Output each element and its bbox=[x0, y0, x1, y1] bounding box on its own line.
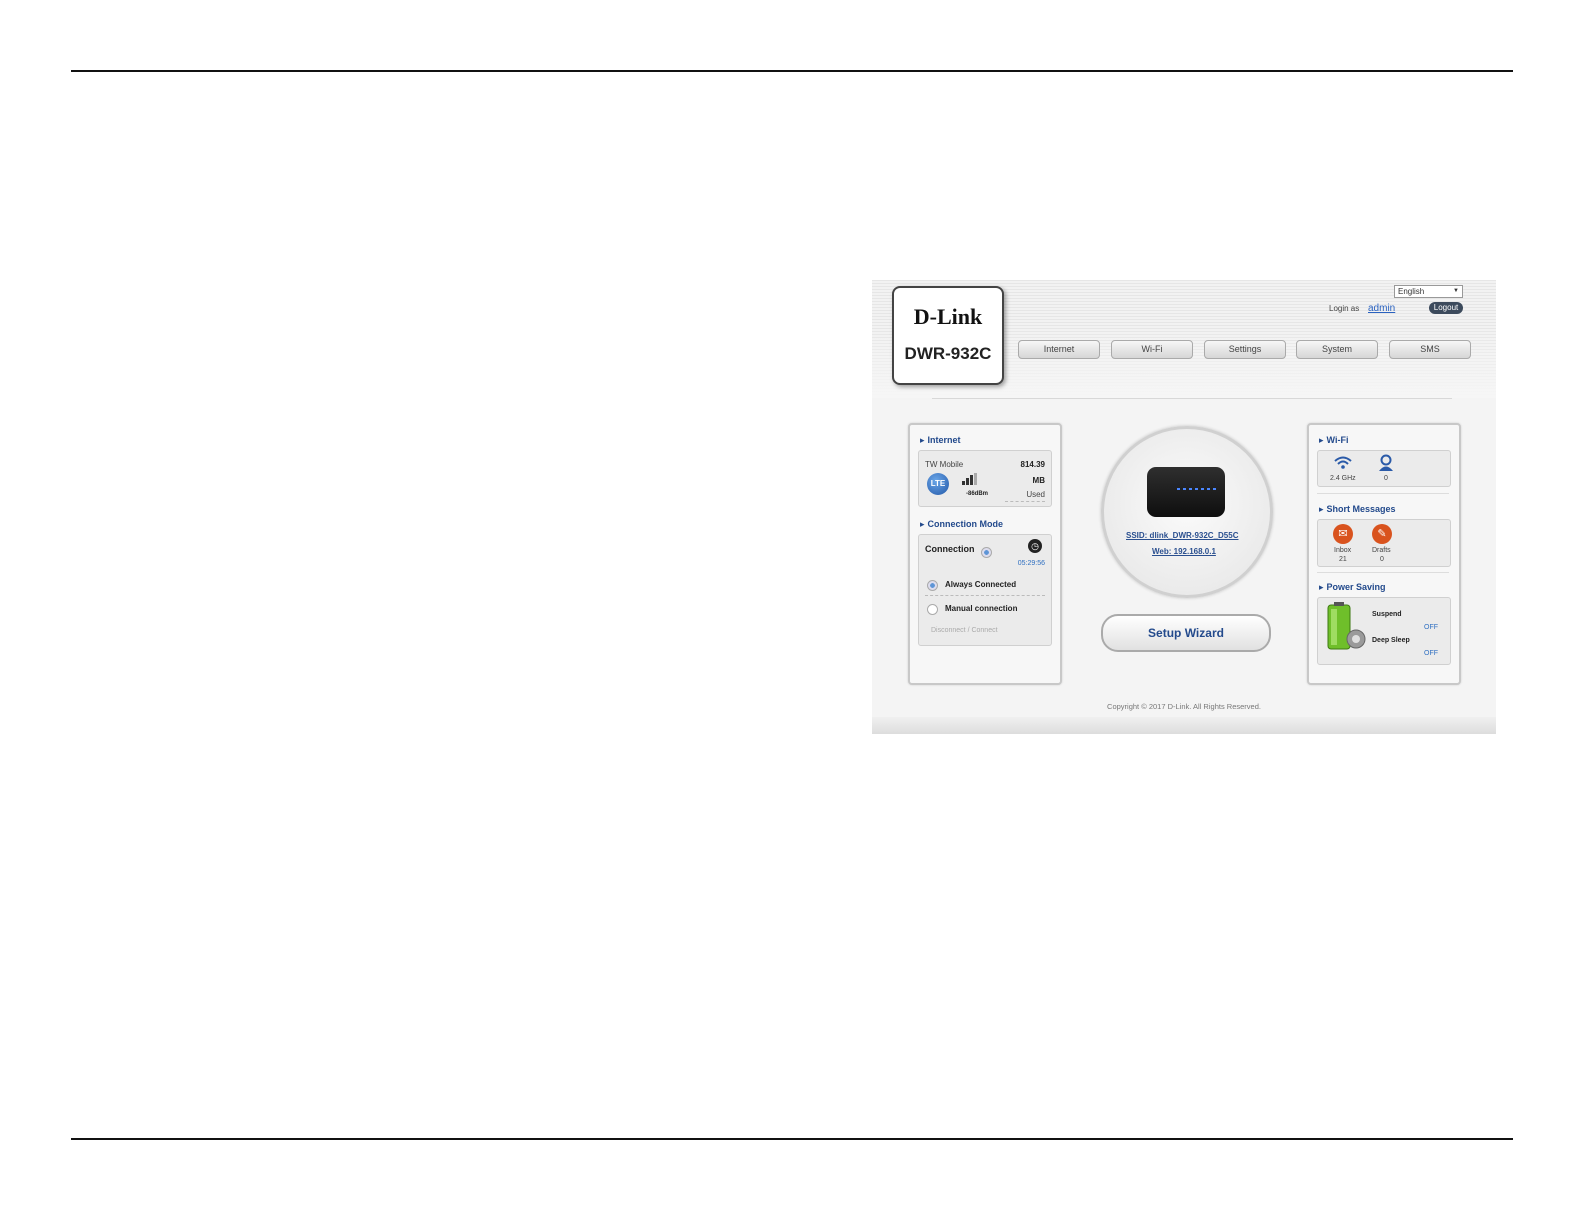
ui-footer-bar bbox=[872, 717, 1496, 733]
ssid-link[interactable]: SSID: dlink_DWR-932C_D55C bbox=[1126, 531, 1238, 540]
connection-timer: 05:29:56 bbox=[1017, 560, 1045, 567]
battery-gear-icon bbox=[1327, 602, 1366, 650]
model-name: DWR-932C bbox=[904, 344, 992, 363]
provider-name: TW Mobile bbox=[925, 460, 964, 469]
wifi-icon bbox=[1334, 456, 1352, 469]
drafts-label: Drafts bbox=[1372, 547, 1391, 554]
copyright-text: Copyright © 2017 D-Link. All Rights Rese… bbox=[1107, 702, 1261, 711]
internet-panel: Internet TW Mobile LTE -86dBm 814.39 MB … bbox=[908, 423, 1062, 685]
always-connected-radio[interactable] bbox=[927, 580, 938, 591]
short-messages-title: Short Messages bbox=[1319, 504, 1396, 515]
lte-badge: LTE bbox=[927, 473, 949, 495]
logout-button[interactable]: Logout bbox=[1429, 302, 1463, 314]
login-as-label: Login as bbox=[1329, 304, 1360, 313]
device-leds bbox=[1177, 488, 1217, 490]
device-overview: SSID: dlink_DWR-932C_D55C Web: 192.168.0… bbox=[1101, 426, 1273, 598]
power-saving-title: Power Saving bbox=[1319, 582, 1386, 593]
deep-sleep-label: Deep Sleep bbox=[1372, 637, 1410, 644]
drafts-count: 0 bbox=[1380, 556, 1384, 563]
internet-title: Internet bbox=[920, 435, 961, 446]
signal-bars-icon bbox=[962, 473, 977, 485]
brand-logo: D-Link DWR-932C bbox=[892, 286, 1004, 385]
connection-status-indicator bbox=[981, 547, 992, 558]
suspend-toggle[interactable]: OFF bbox=[1424, 624, 1438, 631]
nav-sms[interactable]: SMS bbox=[1389, 340, 1471, 359]
router-device-image bbox=[1147, 467, 1225, 517]
nav-wifi[interactable]: Wi-Fi bbox=[1111, 340, 1193, 359]
suspend-label: Suspend bbox=[1372, 611, 1402, 618]
clock-icon: ◷ bbox=[1028, 539, 1042, 553]
connection-mode-box: Connection ◷ 05:29:56 Always Connected M… bbox=[918, 534, 1052, 646]
header-divider bbox=[932, 398, 1452, 399]
connection-mode-title: Connection Mode bbox=[920, 519, 1004, 530]
sms-separator bbox=[1317, 572, 1449, 573]
usage-value: 814.39 bbox=[1020, 460, 1045, 469]
language-select[interactable]: English ▼ bbox=[1394, 285, 1463, 298]
always-connected-label: Always Connected bbox=[945, 580, 1017, 589]
usage-underline bbox=[1005, 501, 1045, 502]
web-address-link[interactable]: Web: 192.168.0.1 bbox=[1152, 547, 1216, 556]
inbox-count: 21 bbox=[1339, 556, 1347, 563]
bottom-rule bbox=[71, 1138, 1513, 1140]
chevron-down-icon: ▼ bbox=[1453, 288, 1459, 294]
router-web-ui-screenshot: D-Link DWR-932C English ▼ Login as admin… bbox=[872, 280, 1496, 734]
power-saving-box: Suspend OFF Deep Sleep OFF bbox=[1317, 597, 1451, 665]
manual-connection-label: Manual connection bbox=[945, 604, 1018, 613]
top-rule bbox=[71, 70, 1513, 72]
status-panel-right: Wi-Fi 2.4 GHz 0 Short Messages ✉ ✎ Inbox… bbox=[1307, 423, 1461, 685]
deep-sleep-toggle[interactable]: OFF bbox=[1424, 650, 1438, 657]
wifi-client-count: 0 bbox=[1384, 475, 1388, 482]
manual-connection-radio[interactable] bbox=[927, 604, 938, 615]
user-icon bbox=[1379, 454, 1393, 471]
login-user-link[interactable]: admin bbox=[1368, 303, 1395, 314]
wifi-title: Wi-Fi bbox=[1319, 435, 1349, 446]
internet-status-box: TW Mobile LTE -86dBm 814.39 MB Used bbox=[918, 450, 1052, 507]
disconnect-connect-button[interactable]: Disconnect / Connect bbox=[931, 627, 998, 634]
usage-label: Used bbox=[1026, 490, 1045, 499]
connection-label: Connection bbox=[925, 544, 975, 554]
nav-internet[interactable]: Internet bbox=[1018, 340, 1100, 359]
sms-box: ✉ ✎ Inbox 21 Drafts 0 bbox=[1317, 519, 1451, 567]
usage-unit: MB bbox=[1032, 476, 1045, 485]
brand-name: D-Link bbox=[913, 304, 983, 329]
language-value: English bbox=[1398, 287, 1425, 296]
wifi-separator bbox=[1317, 493, 1449, 494]
signal-strength: -86dBm bbox=[966, 491, 989, 497]
wifi-box: 2.4 GHz 0 bbox=[1317, 450, 1451, 487]
inbox-icon[interactable]: ✉ bbox=[1333, 524, 1353, 544]
nav-settings[interactable]: Settings bbox=[1204, 340, 1286, 359]
nav-system[interactable]: System bbox=[1296, 340, 1378, 359]
wifi-band: 2.4 GHz bbox=[1330, 475, 1356, 482]
option-separator bbox=[925, 595, 1045, 596]
inbox-label: Inbox bbox=[1334, 547, 1352, 554]
setup-wizard-button[interactable]: Setup Wizard bbox=[1101, 614, 1271, 652]
drafts-icon[interactable]: ✎ bbox=[1372, 524, 1392, 544]
